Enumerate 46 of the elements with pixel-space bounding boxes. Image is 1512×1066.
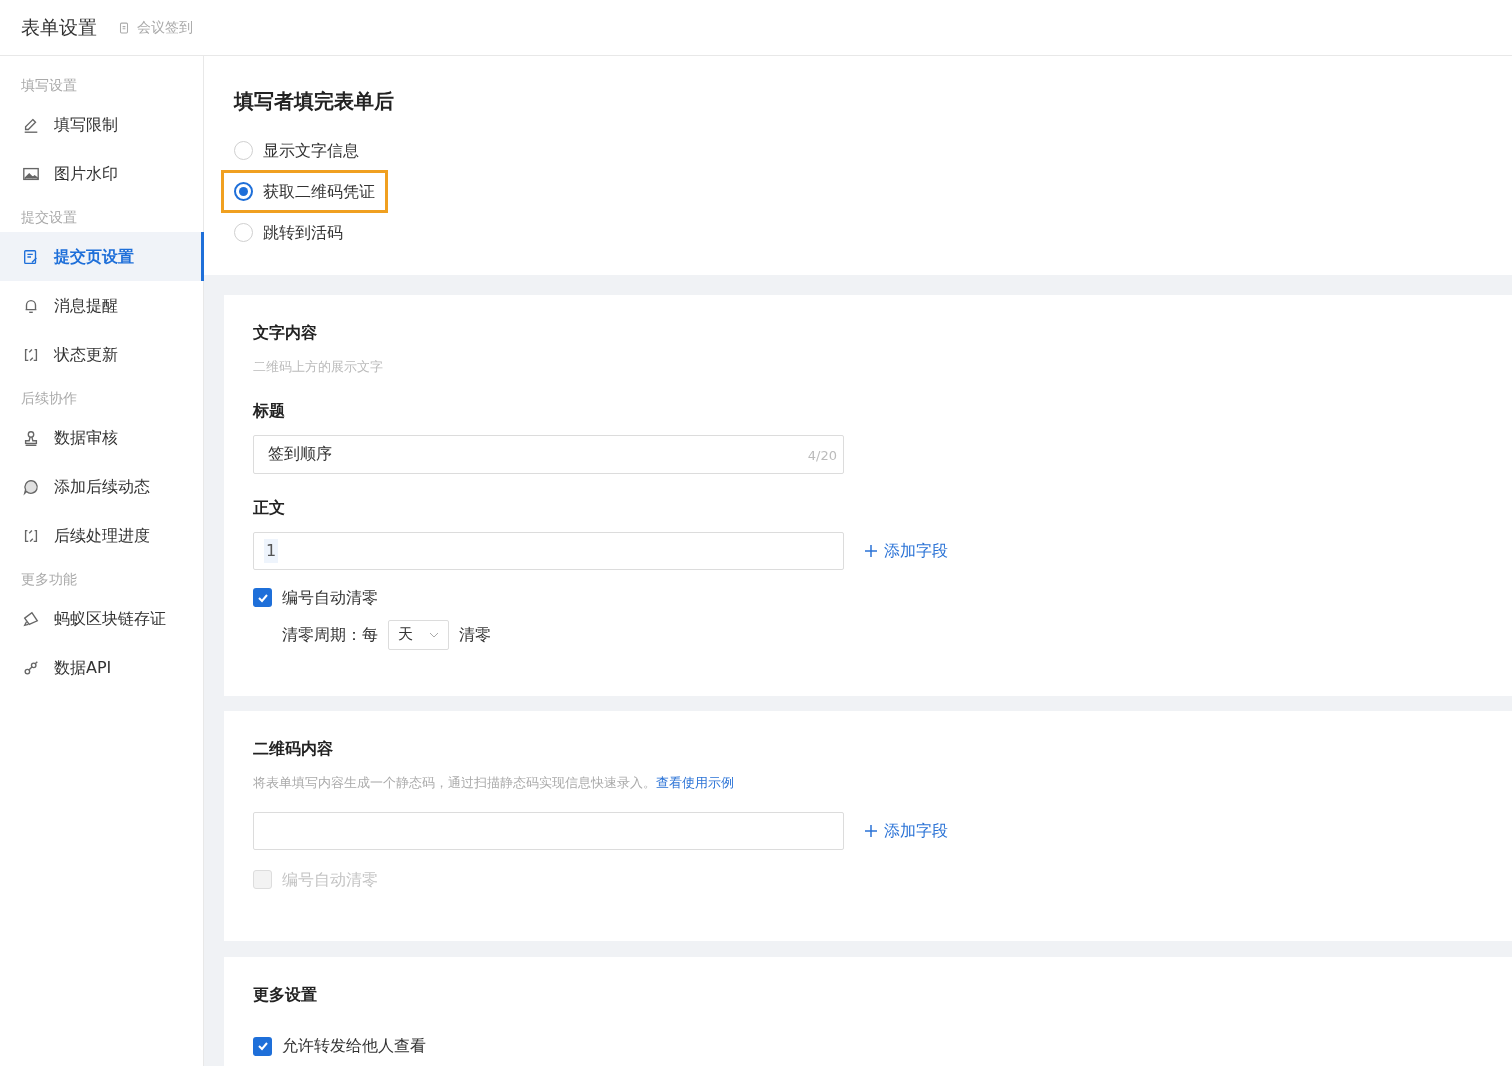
add-field-button[interactable]: 添加字段 [864, 818, 948, 843]
plus-icon [864, 823, 878, 838]
sidebar-item[interactable]: 图片水印 [0, 149, 203, 198]
sidebar-item[interactable]: 添加后续动态 [0, 462, 203, 511]
radio-option[interactable]: 跳转到活码 [222, 212, 355, 253]
sidebar-item[interactable]: 提交页设置 [0, 232, 204, 281]
breadcrumb-text: 会议签到 [137, 18, 193, 37]
sidebar-item[interactable]: 数据审核 [0, 413, 203, 462]
checkbox[interactable]: 允许转发给他人查看 [253, 1034, 426, 1058]
radio-option[interactable]: 显示文字信息 [222, 130, 371, 171]
add-field-button[interactable]: 添加字段 [864, 538, 948, 563]
character-count: 4/20 [807, 447, 837, 466]
sidebar-item[interactable]: 状态更新 [0, 330, 203, 379]
card-title: 文字内容 [253, 322, 318, 344]
section-title: 填写者填完表单后 [234, 88, 395, 115]
radio-option[interactable]: 获取二维码凭证 [222, 171, 387, 212]
stamp-icon [22, 428, 40, 447]
form-edit-icon [22, 247, 40, 266]
page-title: 表单设置 [21, 15, 97, 41]
card-description: 二维码上方的展示文字 [253, 358, 384, 376]
chat-bubble-icon [22, 477, 40, 496]
reset-period-label: 清零周期：每 [282, 623, 378, 646]
body-input-field[interactable]: 1 [253, 531, 844, 570]
field-label: 正文 [253, 496, 286, 519]
sidebar-item[interactable]: 蚂蚁区块链存证 [0, 594, 203, 643]
sidebar-item[interactable]: 填写限制 [0, 100, 203, 149]
qr-content-input-field[interactable] [253, 811, 844, 850]
checkbox[interactable]: 编号自动清零 [253, 585, 378, 610]
field-label: 标题 [253, 399, 286, 422]
document-icon [117, 20, 131, 35]
title-input-field[interactable]: 签到顺序 4/20 [253, 434, 844, 474]
sidebar-group-heading: 后续协作 [20, 388, 78, 408]
card-title: 更多设置 [253, 984, 318, 1006]
chevron-down-icon [429, 631, 439, 638]
sidebar-item[interactable]: 后续处理进度 [0, 511, 203, 560]
sidebar-group-heading: 提交设置 [20, 207, 78, 227]
sidebar-item[interactable]: 消息提醒 [0, 281, 203, 330]
period-dropdown[interactable]: 天 [388, 619, 449, 650]
checkmark-icon [256, 1040, 269, 1052]
sidebar-group-heading: 填写设置 [20, 75, 78, 95]
sidebar-group-heading: 更多功能 [20, 569, 78, 589]
sidebar-item[interactable]: 数据API [0, 643, 203, 692]
usage-example-link[interactable]: 查看使用示例 [656, 773, 734, 793]
plus-icon [864, 543, 878, 558]
card-title: 二维码内容 [253, 738, 334, 760]
reset-suffix-label: 清零 [459, 623, 491, 646]
